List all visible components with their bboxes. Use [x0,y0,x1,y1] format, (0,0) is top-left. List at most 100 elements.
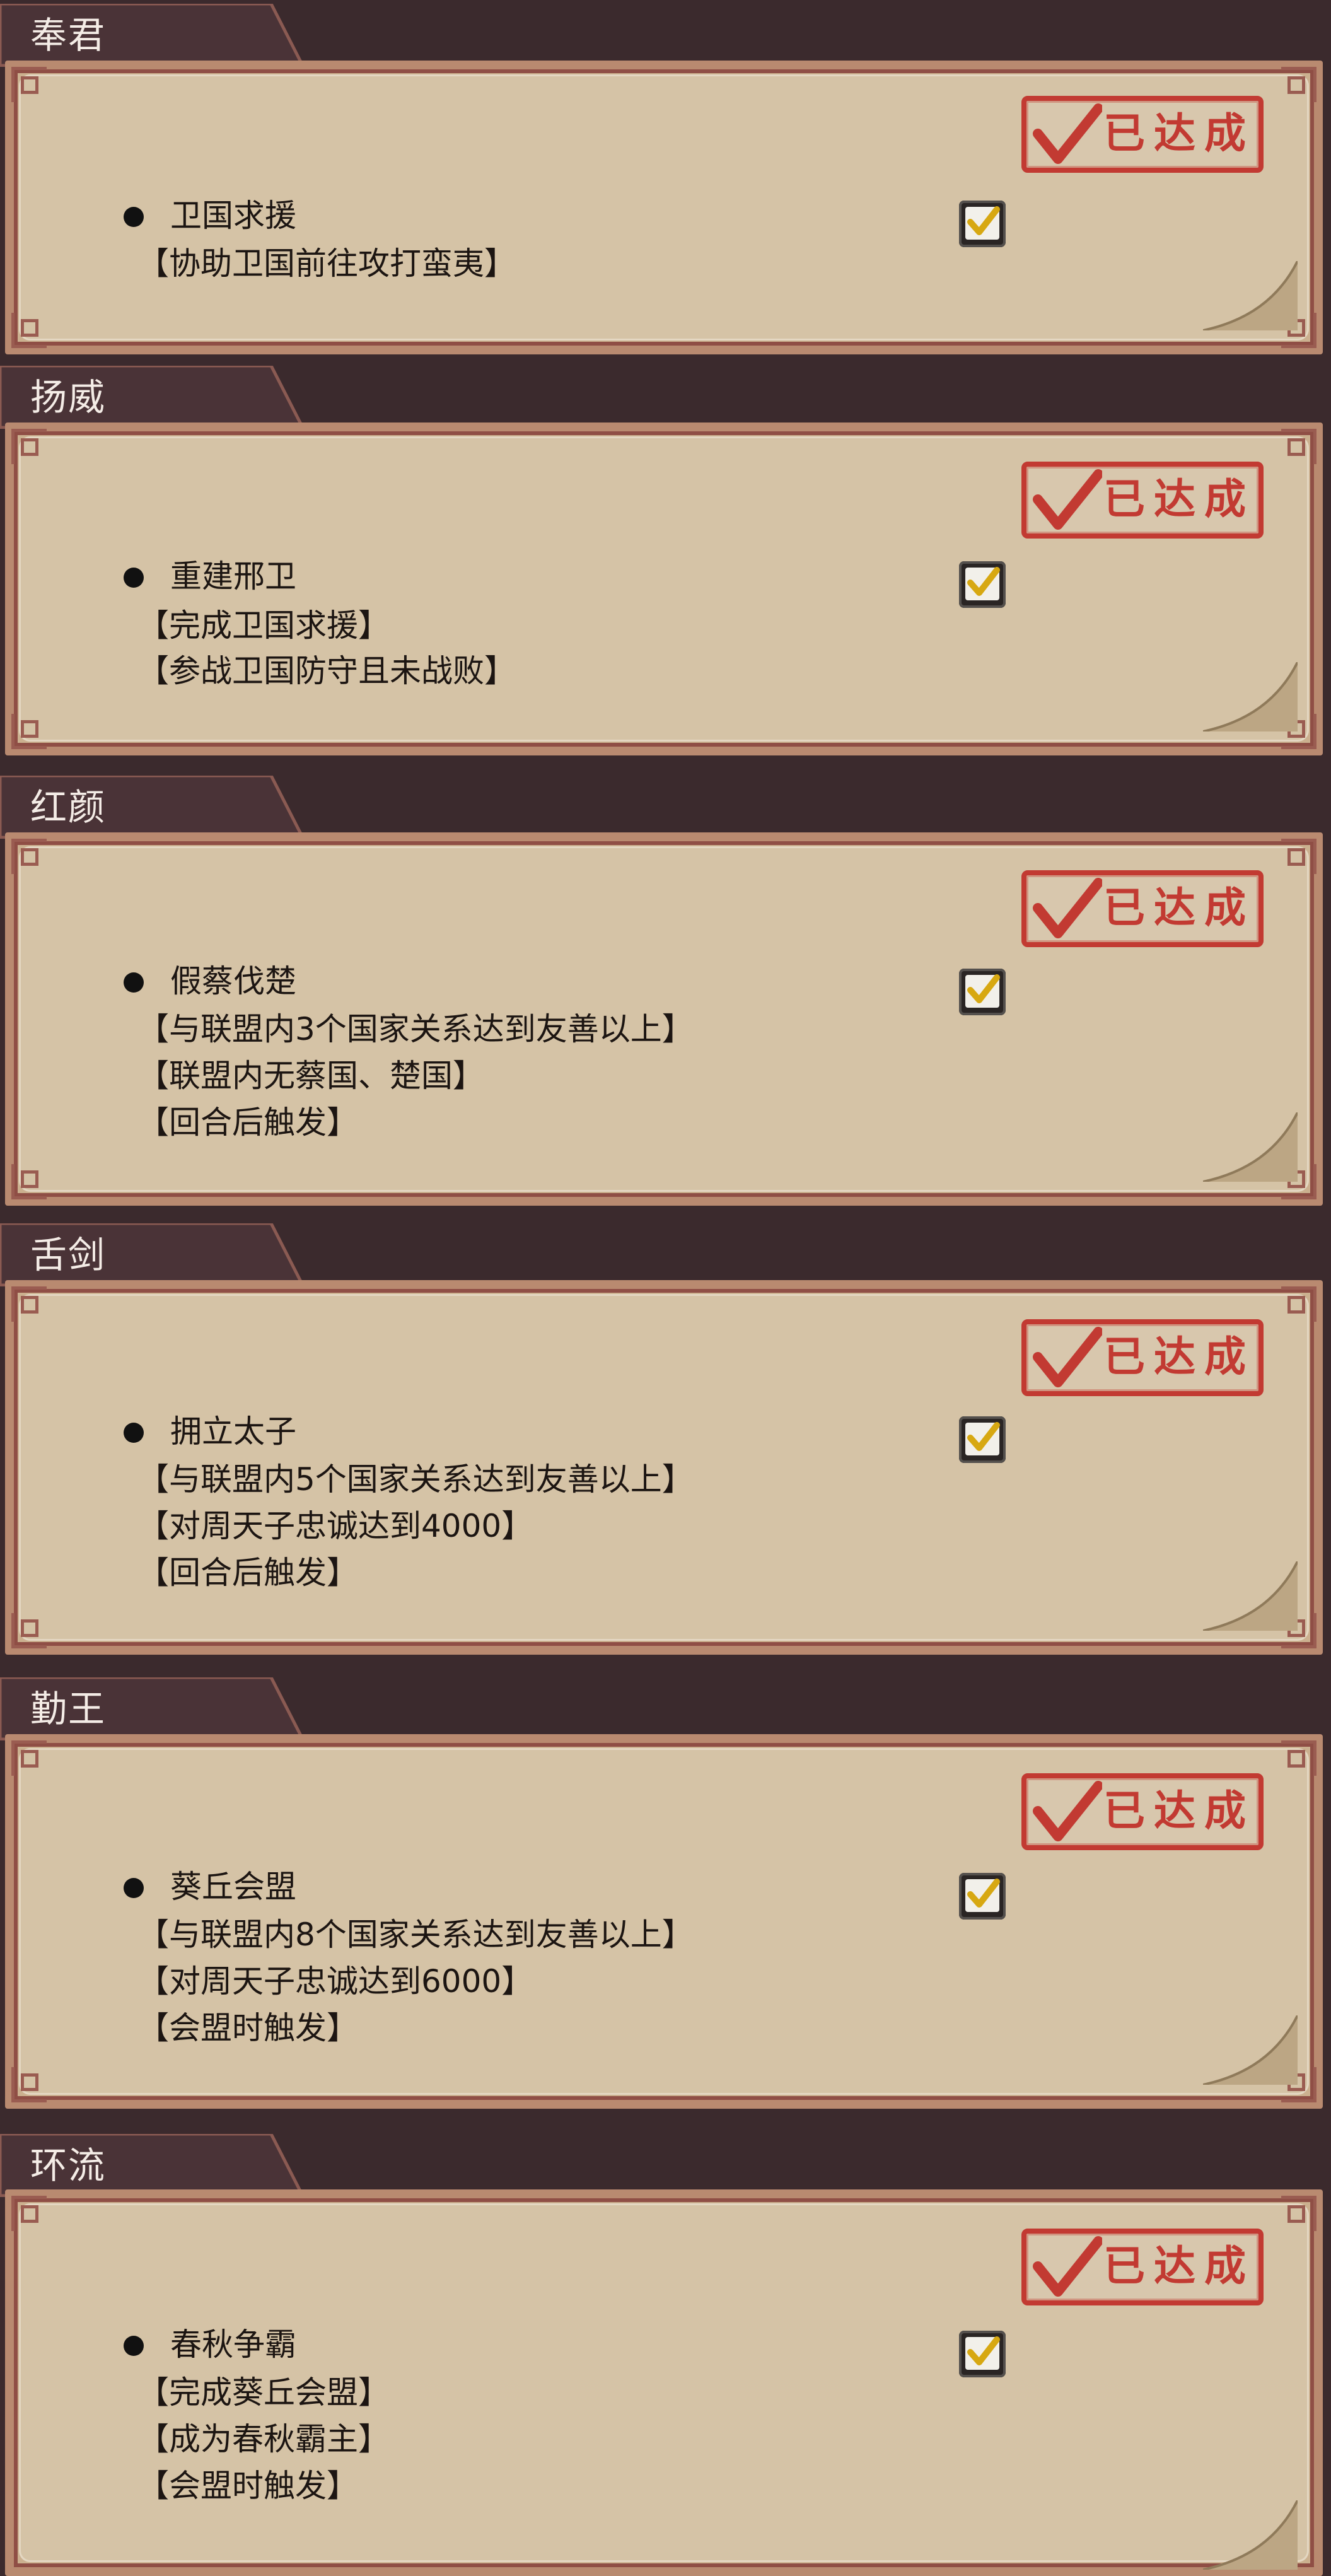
completed-stamp: 已达成 [1021,462,1264,539]
bullet-icon [124,972,144,993]
completed-stamp: 已达成 [1021,1773,1264,1850]
achievement-card: 已达成 卫国求援 【协助卫国前往攻打蛮夷】 [5,61,1323,354]
checkbox-checked-icon [965,974,1000,1008]
bullet-icon [124,1423,144,1443]
achievement-section-shejian: 舌剑 已达成 拥立太子 【与联盟内5个国家关系达到友善以上】 【对周天子忠诚达到… [0,1212,1331,1666]
condition-text: 【对周天子忠诚达到6000】 [137,1963,533,2000]
condition-text: 【成为春秋霸主】 [137,2421,390,2457]
completed-checkbox[interactable] [959,1416,1006,1463]
bullet-icon [124,568,144,588]
red-check-icon [1033,878,1102,938]
page-curl-icon [1203,662,1298,731]
quest-name: 假蔡伐楚 [170,963,296,1000]
bullet-icon [124,1878,144,1898]
fret-corner-ornament [11,1740,47,1776]
achievement-card: 已达成 葵丘会盟 【与联盟内8个国家关系达到友善以上】 【对周天子忠诚达到600… [5,1734,1323,2109]
condition-text: 【会盟时触发】 [137,2468,358,2504]
fret-corner-ornament [11,313,47,348]
fret-corner-ornament [1281,1286,1316,1322]
red-check-icon [1033,103,1102,164]
checkbox-checked-icon [965,1879,1000,1912]
condition-text: 【联盟内无蔡国、楚国】 [137,1058,484,1094]
condition-text: 【回合后触发】 [137,1104,358,1141]
section-title: 扬威 [30,376,107,419]
fret-corner-ornament [11,839,47,874]
condition-text: 【对周天子忠诚达到4000】 [137,1508,533,1544]
checkbox-checked-icon [965,567,1000,600]
section-tab: 勤王 [0,1677,303,1740]
stamp-label: 已达成 [1103,474,1255,523]
stamp-label: 已达成 [1103,883,1255,932]
page-curl-icon [1203,261,1298,330]
achievement-card: 已达成 拥立太子 【与联盟内5个国家关系达到友善以上】 【对周天子忠诚达到400… [5,1280,1323,1655]
achievement-section-huanliu: 环流 已达成 春秋争霸 【完成葵丘会盟】 【成为春秋霸主】 【会盟时触发】 [0,2120,1331,2576]
section-tab: 舌剑 [0,1223,303,1286]
achievement-card: 已达成 春秋争霸 【完成葵丘会盟】 【成为春秋霸主】 【会盟时触发】 [5,2189,1323,2576]
fret-corner-ornament [1281,2196,1316,2231]
achievement-card: 已达成 重建邢卫 【完成卫国求援】 【参战卫国防守且未战败】 [5,423,1323,755]
bullet-icon [124,207,144,227]
completed-checkbox[interactable] [959,1873,1006,1920]
achievement-card: 已达成 假蔡伐楚 【与联盟内3个国家关系达到友善以上】 【联盟内无蔡国、楚国】 … [5,832,1323,1206]
section-title: 奉君 [30,14,107,57]
fret-corner-ornament [1281,67,1316,102]
condition-text: 【与联盟内3个国家关系达到友善以上】 [137,1011,694,1047]
completed-stamp: 已达成 [1021,2229,1264,2305]
condition-text: 【与联盟内5个国家关系达到友善以上】 [137,1461,694,1498]
completed-checkbox[interactable] [959,561,1006,608]
fret-corner-ornament [11,714,47,749]
completed-checkbox[interactable] [959,201,1006,247]
section-title: 环流 [30,2144,107,2187]
page-curl-icon [1203,2015,1298,2085]
stamp-label: 已达成 [1103,1786,1255,1835]
completed-checkbox[interactable] [959,2331,1006,2377]
fret-corner-ornament [11,2067,47,2102]
condition-text: 【回合后触发】 [137,1554,358,1591]
page-curl-icon [1203,1112,1298,1182]
achievement-section-hongyan: 红颜 已达成 假蔡伐楚 【与联盟内3个国家关系达到友善以上】 【联盟内无蔡国、楚… [0,763,1331,1212]
condition-text: 【协助卫国前往攻打蛮夷】 [137,245,516,282]
fret-corner-ornament [11,1613,47,1648]
quest-name: 拥立太子 [170,1413,296,1450]
completed-stamp: 已达成 [1021,1319,1264,1396]
fret-corner-ornament [11,2196,47,2231]
stamp-label: 已达成 [1103,1332,1255,1381]
page-curl-icon [1203,2500,1298,2570]
section-tab: 红颜 [0,776,303,839]
checkbox-checked-icon [965,2336,1000,2370]
fret-corner-ornament [11,1164,47,1199]
quest-name: 春秋争霸 [170,2326,296,2363]
fret-corner-ornament [11,429,47,464]
stamp-label: 已达成 [1103,108,1255,158]
section-title: 勤王 [30,1687,107,1730]
quest-name: 重建邢卫 [170,558,296,595]
achievement-section-yangwei: 扬威 已达成 重建邢卫 【完成卫国求援】 【参战卫国防守且未战败】 [0,359,1331,763]
section-tab: 奉君 [0,4,303,67]
condition-text: 【完成卫国求援】 [137,607,390,644]
completed-checkbox[interactable] [959,969,1006,1015]
red-check-icon [1033,469,1102,530]
fret-corner-ornament [1281,1740,1316,1776]
condition-text: 【参战卫国防守且未战败】 [137,653,516,689]
quest-name: 葵丘会盟 [170,1868,296,1905]
red-check-icon [1033,1781,1102,1841]
quest-name: 卫国求援 [170,197,296,234]
achievement-list: 奉君 已达成 卫国求援 【协助卫国前往攻打蛮夷】 扬威 已达成 重建邢卫 【完成… [0,0,1331,2576]
condition-text: 【会盟时触发】 [137,2010,358,2046]
red-check-icon [1033,2236,1102,2297]
stamp-label: 已达成 [1103,2241,1255,2290]
completed-stamp: 已达成 [1021,96,1264,173]
section-tab: 扬威 [0,366,303,429]
section-title: 红颜 [30,786,107,829]
fret-corner-ornament [11,1286,47,1322]
page-curl-icon [1203,1561,1298,1631]
fret-corner-ornament [11,67,47,102]
condition-text: 【与联盟内8个国家关系达到友善以上】 [137,1916,694,1953]
red-check-icon [1033,1327,1102,1387]
checkbox-checked-icon [965,206,1000,240]
section-tab: 环流 [0,2134,303,2197]
bullet-icon [124,2336,144,2356]
checkbox-checked-icon [965,1422,1000,1455]
completed-stamp: 已达成 [1021,870,1264,947]
fret-corner-ornament [1281,429,1316,464]
